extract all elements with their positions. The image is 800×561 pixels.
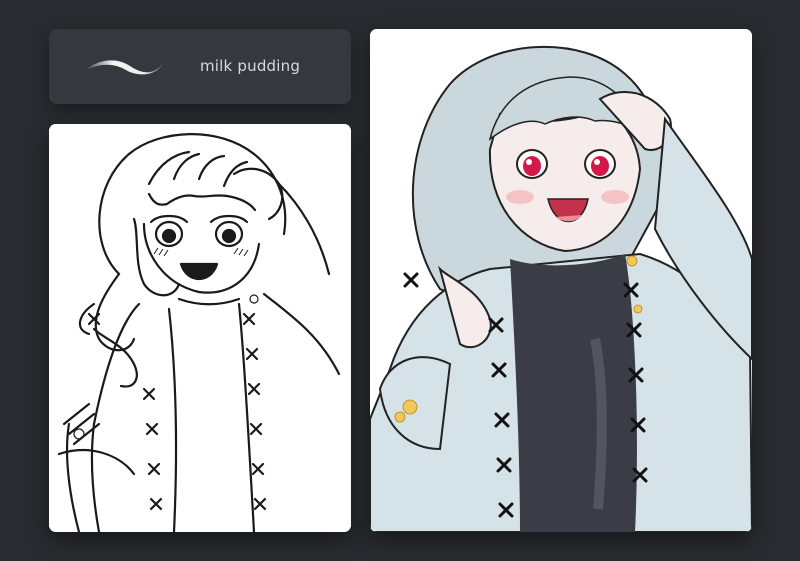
brush-stroke-icon: [86, 60, 164, 75]
lineart-illustration: [49, 124, 351, 532]
lineart-preview: [49, 124, 351, 532]
brush-preview-page: milk pudding: [0, 0, 800, 561]
colored-illustration: [370, 29, 752, 532]
brush-name-label: milk pudding: [200, 57, 301, 75]
colored-preview: [370, 29, 752, 532]
